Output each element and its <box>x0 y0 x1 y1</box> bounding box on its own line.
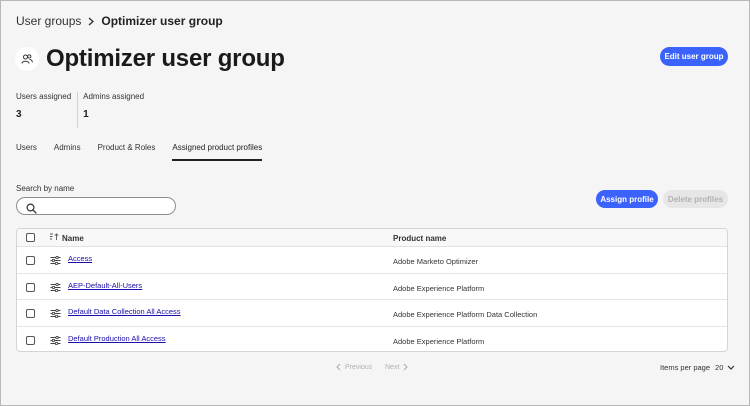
adjust-icon <box>50 308 61 320</box>
select-all-checkbox[interactable] <box>26 233 35 242</box>
adjust-icon <box>50 255 61 267</box>
previous-label: Previous <box>345 363 373 371</box>
search-label: Search by name <box>16 184 75 193</box>
product-name: Adobe Experience Platform <box>393 336 485 346</box>
stat-label: Admins assigned <box>83 92 145 101</box>
profile-name-link[interactable]: Default Production All Access <box>68 334 166 343</box>
product-name: Adobe Experience Platform <box>393 283 485 293</box>
profiles-table: Name Product name Access Adobe Marketo O… <box>16 228 728 352</box>
stat-value: 1 <box>83 109 89 120</box>
stat-users-assigned: Users assigned 3 <box>16 92 77 128</box>
chevron-left-icon <box>336 363 341 371</box>
row-checkbox[interactable] <box>26 335 35 345</box>
next-label: Next <box>385 363 400 371</box>
table-header: Name Product name <box>17 229 727 247</box>
app-window: User groups Optimizer user group Optimiz… <box>0 0 750 406</box>
breadcrumb: User groups Optimizer user group <box>16 14 223 28</box>
stat-label: Users assigned <box>16 92 72 101</box>
page-title: Optimizer user group <box>46 45 285 72</box>
table-row: Default Production All Access Adobe Expe… <box>17 327 727 352</box>
column-header-name[interactable]: Name <box>62 234 84 243</box>
chevron-right-icon <box>403 363 409 371</box>
edit-user-group-button[interactable]: Edit user group <box>660 47 728 66</box>
search-icon <box>26 201 37 219</box>
search-input[interactable] <box>43 200 169 212</box>
assign-profile-button[interactable]: Assign profile <box>596 190 658 208</box>
row-checkbox[interactable] <box>26 256 35 265</box>
row-checkbox[interactable] <box>26 282 35 292</box>
adjust-icon <box>50 335 61 347</box>
items-per-page-value: 20 <box>715 363 724 372</box>
product-name: Adobe Experience Platform Data Collectio… <box>393 310 538 319</box>
tab-product-roles[interactable]: Product & Roles <box>98 143 156 161</box>
stats: Users assigned 3 Admins assigned 1 <box>16 92 150 128</box>
breadcrumb-user-groups[interactable]: User groups <box>16 14 81 28</box>
title-row: Optimizer user group <box>15 45 285 73</box>
sort-icon[interactable] <box>49 233 59 243</box>
chevron-down-icon <box>727 365 735 370</box>
column-header-product: Product name <box>393 234 447 243</box>
delete-profiles-button: Delete profiles <box>663 190 728 208</box>
items-per-page-select[interactable]: 20 <box>715 363 735 372</box>
row-checkbox[interactable] <box>26 309 35 318</box>
product-name: Adobe Marketo Optimizer <box>393 257 479 266</box>
profile-name-link[interactable]: Access <box>68 254 92 263</box>
search-field[interactable] <box>16 197 176 215</box>
breadcrumb-current: Optimizer user group <box>101 14 223 28</box>
pagination-next: Next <box>385 363 409 371</box>
table-row: Default Data Collection All Access Adobe… <box>17 300 727 327</box>
stat-value: 3 <box>16 109 22 120</box>
pagination-previous: Previous <box>336 363 372 371</box>
table-row: Access Adobe Marketo Optimizer <box>17 247 727 274</box>
adjust-icon <box>50 282 61 294</box>
chevron-right-icon <box>88 16 95 26</box>
stat-admins-assigned: Admins assigned 1 <box>77 92 150 128</box>
profile-name-link[interactable]: AEP-Default-All-Users <box>68 281 142 290</box>
table-row: AEP-Default-All-Users Adobe Experience P… <box>17 274 727 300</box>
tabs: Users Admins Product & Roles Assigned pr… <box>16 143 279 161</box>
items-per-page-label: Items per page <box>660 363 711 372</box>
tab-users[interactable]: Users <box>16 143 37 161</box>
profile-name-link[interactable]: Default Data Collection All Access <box>68 307 181 316</box>
items-per-page: Items per page 20 <box>660 363 735 372</box>
tab-admins[interactable]: Admins <box>54 143 81 161</box>
tab-assigned-product-profiles[interactable]: Assigned product profiles <box>172 143 262 161</box>
user-group-icon <box>15 47 39 71</box>
